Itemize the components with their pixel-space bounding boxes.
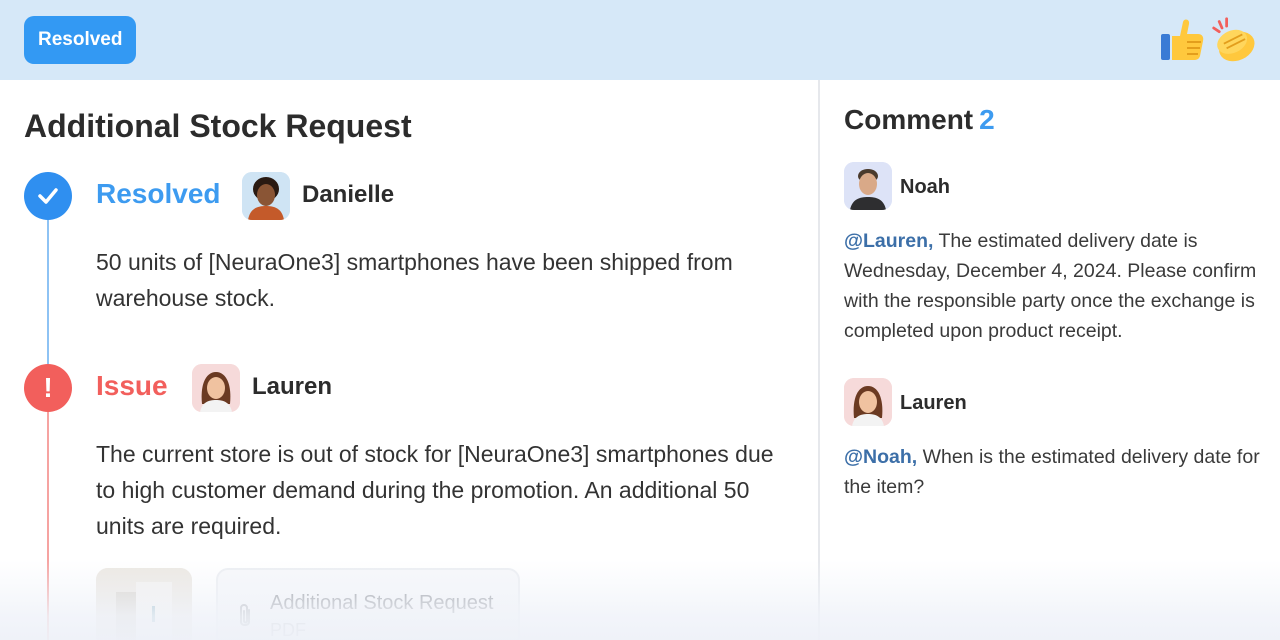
request-title: Additional Stock Request: [24, 108, 412, 144]
comments-count: 2: [979, 104, 995, 135]
mention-link[interactable]: @Lauren,: [844, 230, 933, 252]
thumbs-up-icon[interactable]: [1158, 14, 1206, 66]
timeline-step-resolved: Resolved Danielle 50 units of [NeuraOne3…: [24, 172, 804, 364]
comment-user: Lauren: [900, 392, 967, 414]
attachment-file-card[interactable]: Additional Stock Request PDF: [216, 568, 520, 640]
timeline-line: [47, 220, 49, 364]
avatar: [844, 378, 892, 426]
comment-item: Noah @Lauren, The estimated delivery dat…: [844, 162, 1260, 352]
attachment-type: PDF: [270, 620, 306, 640]
avatar: [192, 364, 240, 412]
comments-heading: Comment 2: [844, 104, 995, 136]
step-description: 50 units of [NeuraOne3] smartphones have…: [96, 249, 733, 311]
comment-text: @Lauren, The estimated delivery date is …: [844, 226, 1260, 346]
comment-text: @Noah, When is the estimated delivery da…: [844, 442, 1260, 502]
comments-label: Comment: [844, 104, 974, 135]
top-bar: Resolved: [0, 0, 1280, 80]
checkmark-icon: [24, 172, 72, 220]
step-user: Danielle: [302, 181, 395, 208]
avatar: [242, 172, 290, 220]
comment-user: Noah: [900, 176, 950, 198]
step-user: Lauren: [252, 373, 333, 400]
avatar: [844, 162, 892, 210]
attachment-name: Additional Stock Request: [270, 592, 494, 614]
step-status: Resolved: [96, 178, 221, 209]
paperclip-icon: [240, 604, 250, 626]
comment-item: Lauren @Noah, When is the estimated deli…: [844, 378, 1260, 518]
clapping-hands-icon[interactable]: [1210, 14, 1258, 66]
step-description: The current store is out of stock for [N…: [96, 441, 774, 539]
exclamation-icon: !: [24, 364, 72, 412]
timeline-line: [47, 412, 49, 640]
reactions: [1158, 14, 1258, 66]
request-panel: Additional Stock Request Resolved Daniel…: [0, 80, 818, 640]
resolved-status-button[interactable]: Resolved: [24, 16, 137, 64]
attachment-thumbnail[interactable]: [96, 568, 192, 640]
mention-link[interactable]: @Noah,: [844, 446, 917, 468]
comments-panel: Comment 2 Noah @Lauren, The estimated del…: [820, 80, 1280, 640]
step-status: Issue: [96, 370, 168, 401]
